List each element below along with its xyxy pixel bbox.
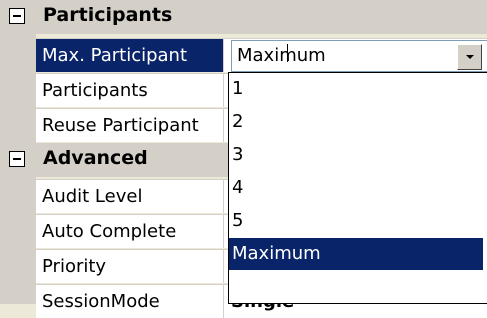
combo-text[interactable]: Maximum (237, 41, 326, 71)
dropdown-option[interactable]: 2 (229, 106, 483, 138)
dropdown-option-selected[interactable]: Maximum (229, 238, 483, 270)
property-name[interactable]: SessionMode (36, 285, 224, 318)
text-caret (287, 44, 288, 62)
category-label: Advanced (43, 147, 148, 169)
category-label: Participants (43, 4, 173, 26)
max-participant-combo[interactable]: Maximum (231, 40, 487, 72)
dropdown-option[interactable]: 3 (229, 139, 483, 171)
dropdown-button[interactable] (457, 44, 482, 70)
dropdown-option[interactable]: 1 (229, 73, 483, 105)
property-name[interactable]: Priority (36, 250, 224, 283)
collapse-participants-icon[interactable] (9, 8, 25, 24)
dropdown-option[interactable]: 4 (229, 172, 483, 204)
property-name[interactable]: Audit Level (36, 180, 224, 213)
property-name[interactable]: Max. Participant (36, 39, 224, 72)
category-participants[interactable]: Participants (0, 0, 487, 34)
property-name[interactable]: Reuse Participant (36, 109, 224, 142)
property-name[interactable]: Participants (36, 74, 224, 107)
dropdown-list: 1 2 3 4 5 Maximum (228, 72, 487, 304)
property-name[interactable]: Auto Complete (36, 215, 224, 248)
dropdown-option[interactable]: 5 (229, 205, 483, 237)
collapse-advanced-icon[interactable] (9, 151, 25, 167)
